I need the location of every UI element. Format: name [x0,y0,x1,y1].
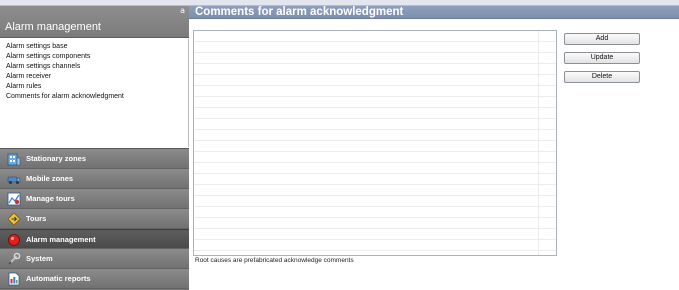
pin-icon[interactable]: a [180,6,185,15]
nav-item-manage-tours[interactable]: Manage tours [0,189,189,209]
reports-icon [7,272,21,286]
nav-item-label: Alarm management [26,235,96,244]
list-item-alarm-settings-components[interactable]: Alarm settings components [6,52,90,62]
manage-tours-icon [7,192,21,206]
nav-item-label: Tours [26,214,47,223]
nav-item-automatic-reports[interactable]: Automatic reports [0,269,189,289]
mobile-zones-icon [7,172,21,186]
left-panel-header: a Alarm management [0,6,189,38]
nav-item-label: Manage tours [26,194,75,203]
comments-grid[interactable] [193,30,557,256]
stationary-zones-icon [7,152,21,166]
nav-item-alarm-management[interactable]: Alarm management [0,229,189,249]
list-item-alarm-settings-channels[interactable]: Alarm settings channels [6,62,80,72]
grid-column-divider [538,31,539,255]
nav-item-label: Stationary zones [26,154,87,163]
nav-item-system[interactable]: System [0,249,189,269]
nav-item-mobile-zones[interactable]: Mobile zones [0,169,189,189]
system-icon [7,252,21,266]
list-item-alarm-rules[interactable]: Alarm rules [6,82,41,92]
main-header: Comments for alarm acknowledgment [189,6,679,19]
list-item-alarm-settings-base[interactable]: Alarm settings base [6,42,67,52]
list-item-comments-for-alarm-acknowledgment[interactable]: Comments for alarm acknowledgment [6,92,124,102]
nav-item-label: Mobile zones [26,174,74,183]
list-item-alarm-receiver[interactable]: Alarm receiver [6,72,51,82]
page-title: Comments for alarm acknowledgment [195,6,404,18]
alarm-settings-list: Alarm settings base Alarm settings compo… [0,39,189,147]
nav-item-label: System [26,254,53,263]
delete-button[interactable]: Delete [564,71,640,83]
nav-item-label: Automatic reports [26,274,91,283]
left-panel-title: Alarm management [5,21,101,33]
main-panel: Comments for alarm acknowledgment Add Up… [189,6,679,290]
add-button[interactable]: Add [564,33,640,45]
status-description: Root causes are prefabricated acknowledg… [195,257,354,264]
left-panel: a Alarm management Alarm settings base A… [0,6,189,290]
alarm-icon [7,233,21,247]
nav-item-stationary-zones[interactable]: Stationary zones [0,149,189,169]
nav-item-tours[interactable]: Tours [0,209,189,229]
tours-icon [7,212,21,226]
update-button[interactable]: Update [564,52,640,64]
navigation-bar: Stationary zones Mobile zones Manage tou… [0,148,189,290]
